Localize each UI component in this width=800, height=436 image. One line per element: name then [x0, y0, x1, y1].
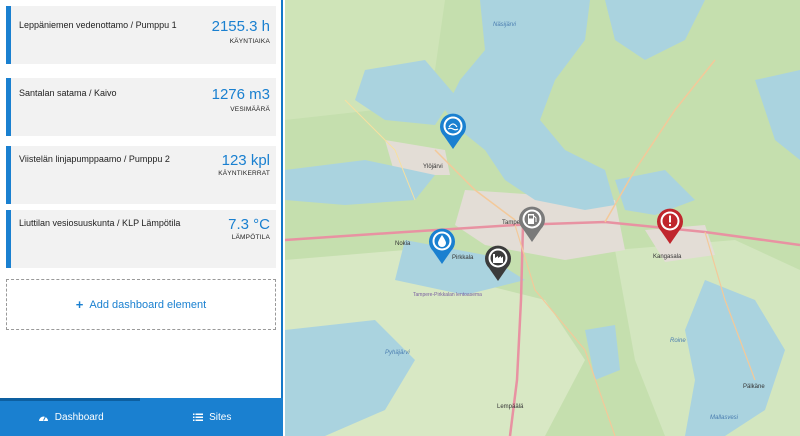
dashboard-gauge-icon [38, 415, 48, 421]
map-label-town: Pälkäne [743, 384, 765, 390]
card-site-name: Santalan satama / Kaivo [19, 88, 117, 98]
sidebar: Leppäniemen vedenottamo / Pumppu 1 2155.… [0, 0, 283, 436]
card-value: 1276 m3 [211, 86, 270, 103]
factory-marker[interactable] [483, 244, 513, 282]
map-label-lake: Mallasvesi [710, 415, 739, 421]
card-site-name: Viistelän linjapumppaamo / Pumppu 2 [19, 154, 170, 164]
exclamation-icon [669, 215, 671, 223]
dashboard-card[interactable]: Leppäniemen vedenottamo / Pumppu 1 2155.… [6, 6, 276, 64]
card-value: 7.3 °C [228, 216, 270, 233]
tab-sites[interactable]: Sites [142, 398, 284, 436]
card-metric-label: VESIMÄÄRÄ [230, 106, 270, 113]
add-dashboard-element-label: Add dashboard element [89, 298, 207, 311]
map-label-airport: Tampere-Pirkkalan lentoasema [413, 292, 482, 298]
alert-marker[interactable] [655, 207, 685, 245]
plus-icon: + [75, 297, 84, 312]
list-icon [193, 413, 204, 421]
card-metric-label: KÄYNTIKERRAT [218, 170, 270, 177]
map-label-lake: Roine [670, 338, 686, 344]
card-value: 123 kpl [221, 152, 270, 169]
bottom-navigation: Dashboard Sites [0, 398, 283, 436]
map-label-town: Kangasala [653, 254, 682, 260]
water-intake-marker[interactable] [438, 112, 468, 150]
app: Leppäniemen vedenottamo / Pumppu 1 2155.… [0, 0, 800, 436]
card-site-name: Leppäniemen vedenottamo / Pumppu 1 [19, 20, 177, 30]
map-view[interactable]: Näsijärvi Ylöjärvi Tampe Nokia Pirkkala … [285, 0, 800, 436]
fuel-station-marker[interactable] [517, 205, 547, 243]
dashboard-card[interactable]: Viistelän linjapumppaamo / Pumppu 2 123 … [6, 146, 276, 204]
map-label-lake: Näsijärvi [493, 22, 517, 28]
map-label-lake: Pyhäjärvi [385, 350, 410, 356]
card-metric-label: LÄMPÖTILA [231, 234, 270, 241]
add-dashboard-element-button[interactable]: + Add dashboard element [6, 279, 276, 330]
tab-dashboard-label: Dashboard [54, 411, 104, 423]
map-label-town: Lempäälä [497, 404, 524, 410]
map-label-town: Nokia [395, 241, 411, 247]
dashboard-card[interactable]: Liuttilan vesiosuuskunta / KLP Lämpötila… [6, 210, 276, 268]
tab-sites-label: Sites [209, 411, 232, 423]
tab-dashboard[interactable]: Dashboard [0, 398, 142, 436]
card-value: 2155.3 h [211, 18, 270, 35]
water-drop-marker[interactable] [427, 227, 457, 265]
card-site-name: Liuttilan vesiosuuskunta / KLP Lämpötila [19, 218, 181, 228]
card-metric-label: KÄYNTIAIKA [229, 38, 270, 45]
map-label-town: Ylöjärvi [423, 164, 443, 170]
dashboard-card[interactable]: Santalan satama / Kaivo 1276 m3 VESIMÄÄR… [6, 78, 276, 136]
